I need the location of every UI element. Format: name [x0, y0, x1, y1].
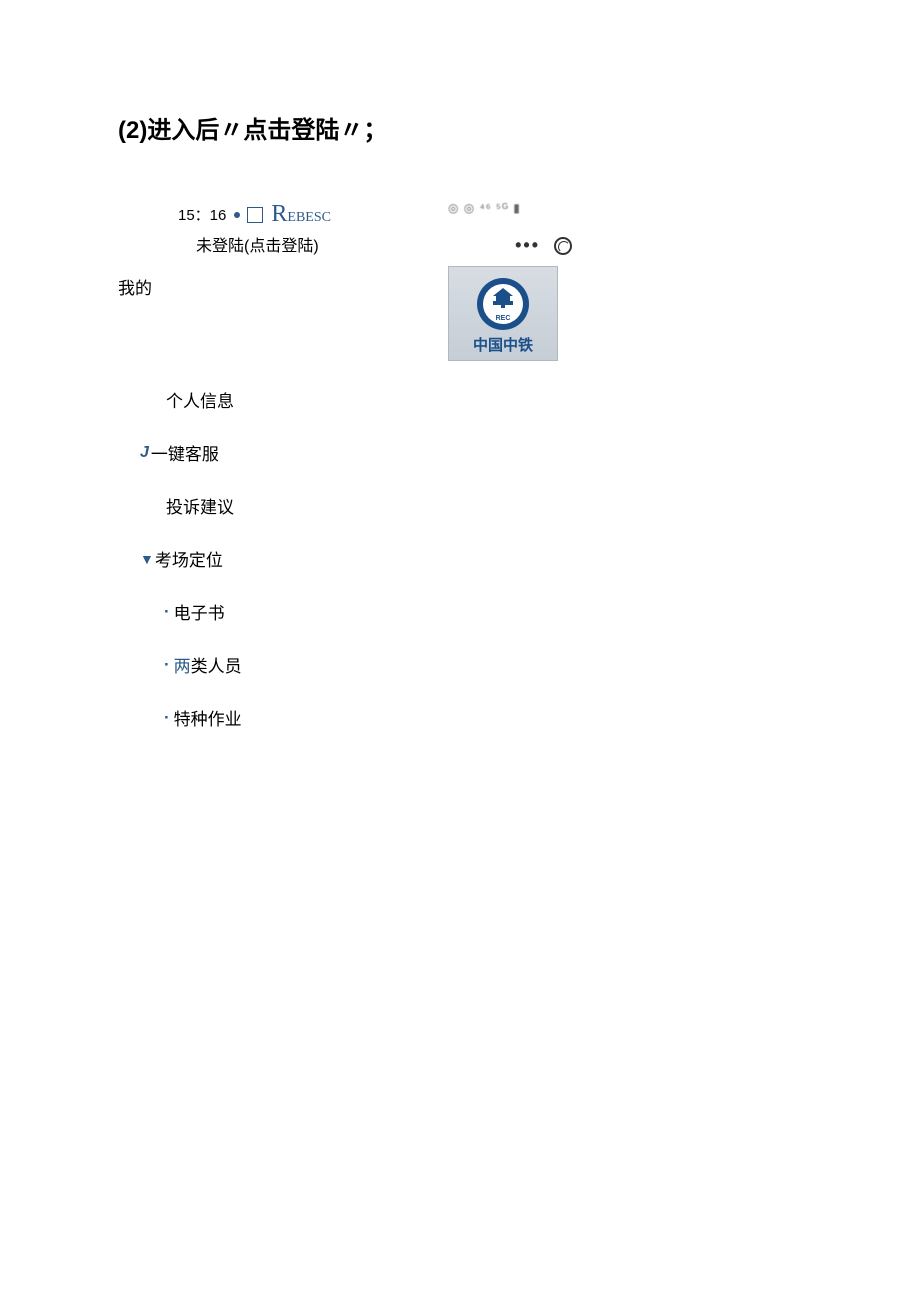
- logo-inner-icon: [483, 284, 523, 324]
- screenshot-content: 15：16 REBESC 未登陆(点击登陆) 我的 ◎ ◎ ⁴⁶ ⁵ᴳ ▮ ••…: [118, 201, 920, 730]
- time-text: 15：16: [178, 204, 226, 225]
- menu-label-part1: 两: [174, 652, 191, 677]
- menu-label: 电子书: [174, 599, 225, 624]
- menu-customer-service[interactable]: J 一键客服: [140, 440, 920, 465]
- menu-label: 投诉建议: [166, 493, 234, 518]
- instruction-heading: (2)进入后〃点击登陆〃；: [118, 110, 920, 145]
- dot-icon: [234, 212, 240, 218]
- triangle-down-icon: ▼: [140, 551, 154, 567]
- menu-label: 一键客服: [151, 440, 219, 465]
- check-icon: J: [140, 444, 149, 462]
- menu-exam-location[interactable]: ▼ 考场定位: [140, 546, 920, 571]
- menu-complaint[interactable]: 投诉建议: [166, 493, 920, 518]
- bullet-icon: ·: [164, 602, 170, 622]
- menu-label: 特种作业: [174, 705, 242, 730]
- menu-personal-info[interactable]: 个人信息: [166, 387, 920, 412]
- miniprogram-capsule[interactable]: •••: [448, 235, 578, 256]
- menu-label: 个人信息: [166, 387, 234, 412]
- more-icon[interactable]: •••: [515, 235, 540, 256]
- logo-box: 中国中铁: [448, 266, 558, 361]
- menu-label: 考场定位: [155, 546, 223, 571]
- bullet-icon: ·: [164, 708, 170, 728]
- menu-ebook[interactable]: · 电子书: [164, 599, 920, 624]
- menu-list: 个人信息 J 一键客服 投诉建议 ▼ 考场定位 · 电子书 · 两类人员 · 特…: [118, 387, 920, 730]
- menu-label-part2: 类人员: [191, 652, 242, 677]
- signal-icons: ◎ ◎ ⁴⁶ ⁵ᴳ ▮: [448, 201, 578, 215]
- close-circle-icon[interactable]: [554, 237, 572, 255]
- square-icon: [247, 207, 263, 223]
- app-indicator-big: R: [271, 201, 287, 227]
- right-panel: ◎ ◎ ⁴⁶ ⁵ᴳ ▮ ••• 中国中铁: [448, 201, 578, 361]
- menu-special-work[interactable]: · 特种作业: [164, 705, 920, 730]
- bullet-icon: ·: [164, 655, 170, 675]
- app-indicator: REBESC: [271, 201, 331, 228]
- menu-two-types[interactable]: · 两类人员: [164, 652, 920, 677]
- logo-text: 中国中铁: [473, 334, 533, 355]
- app-indicator-small: EBESC: [287, 210, 331, 225]
- logo-circle: [477, 278, 529, 330]
